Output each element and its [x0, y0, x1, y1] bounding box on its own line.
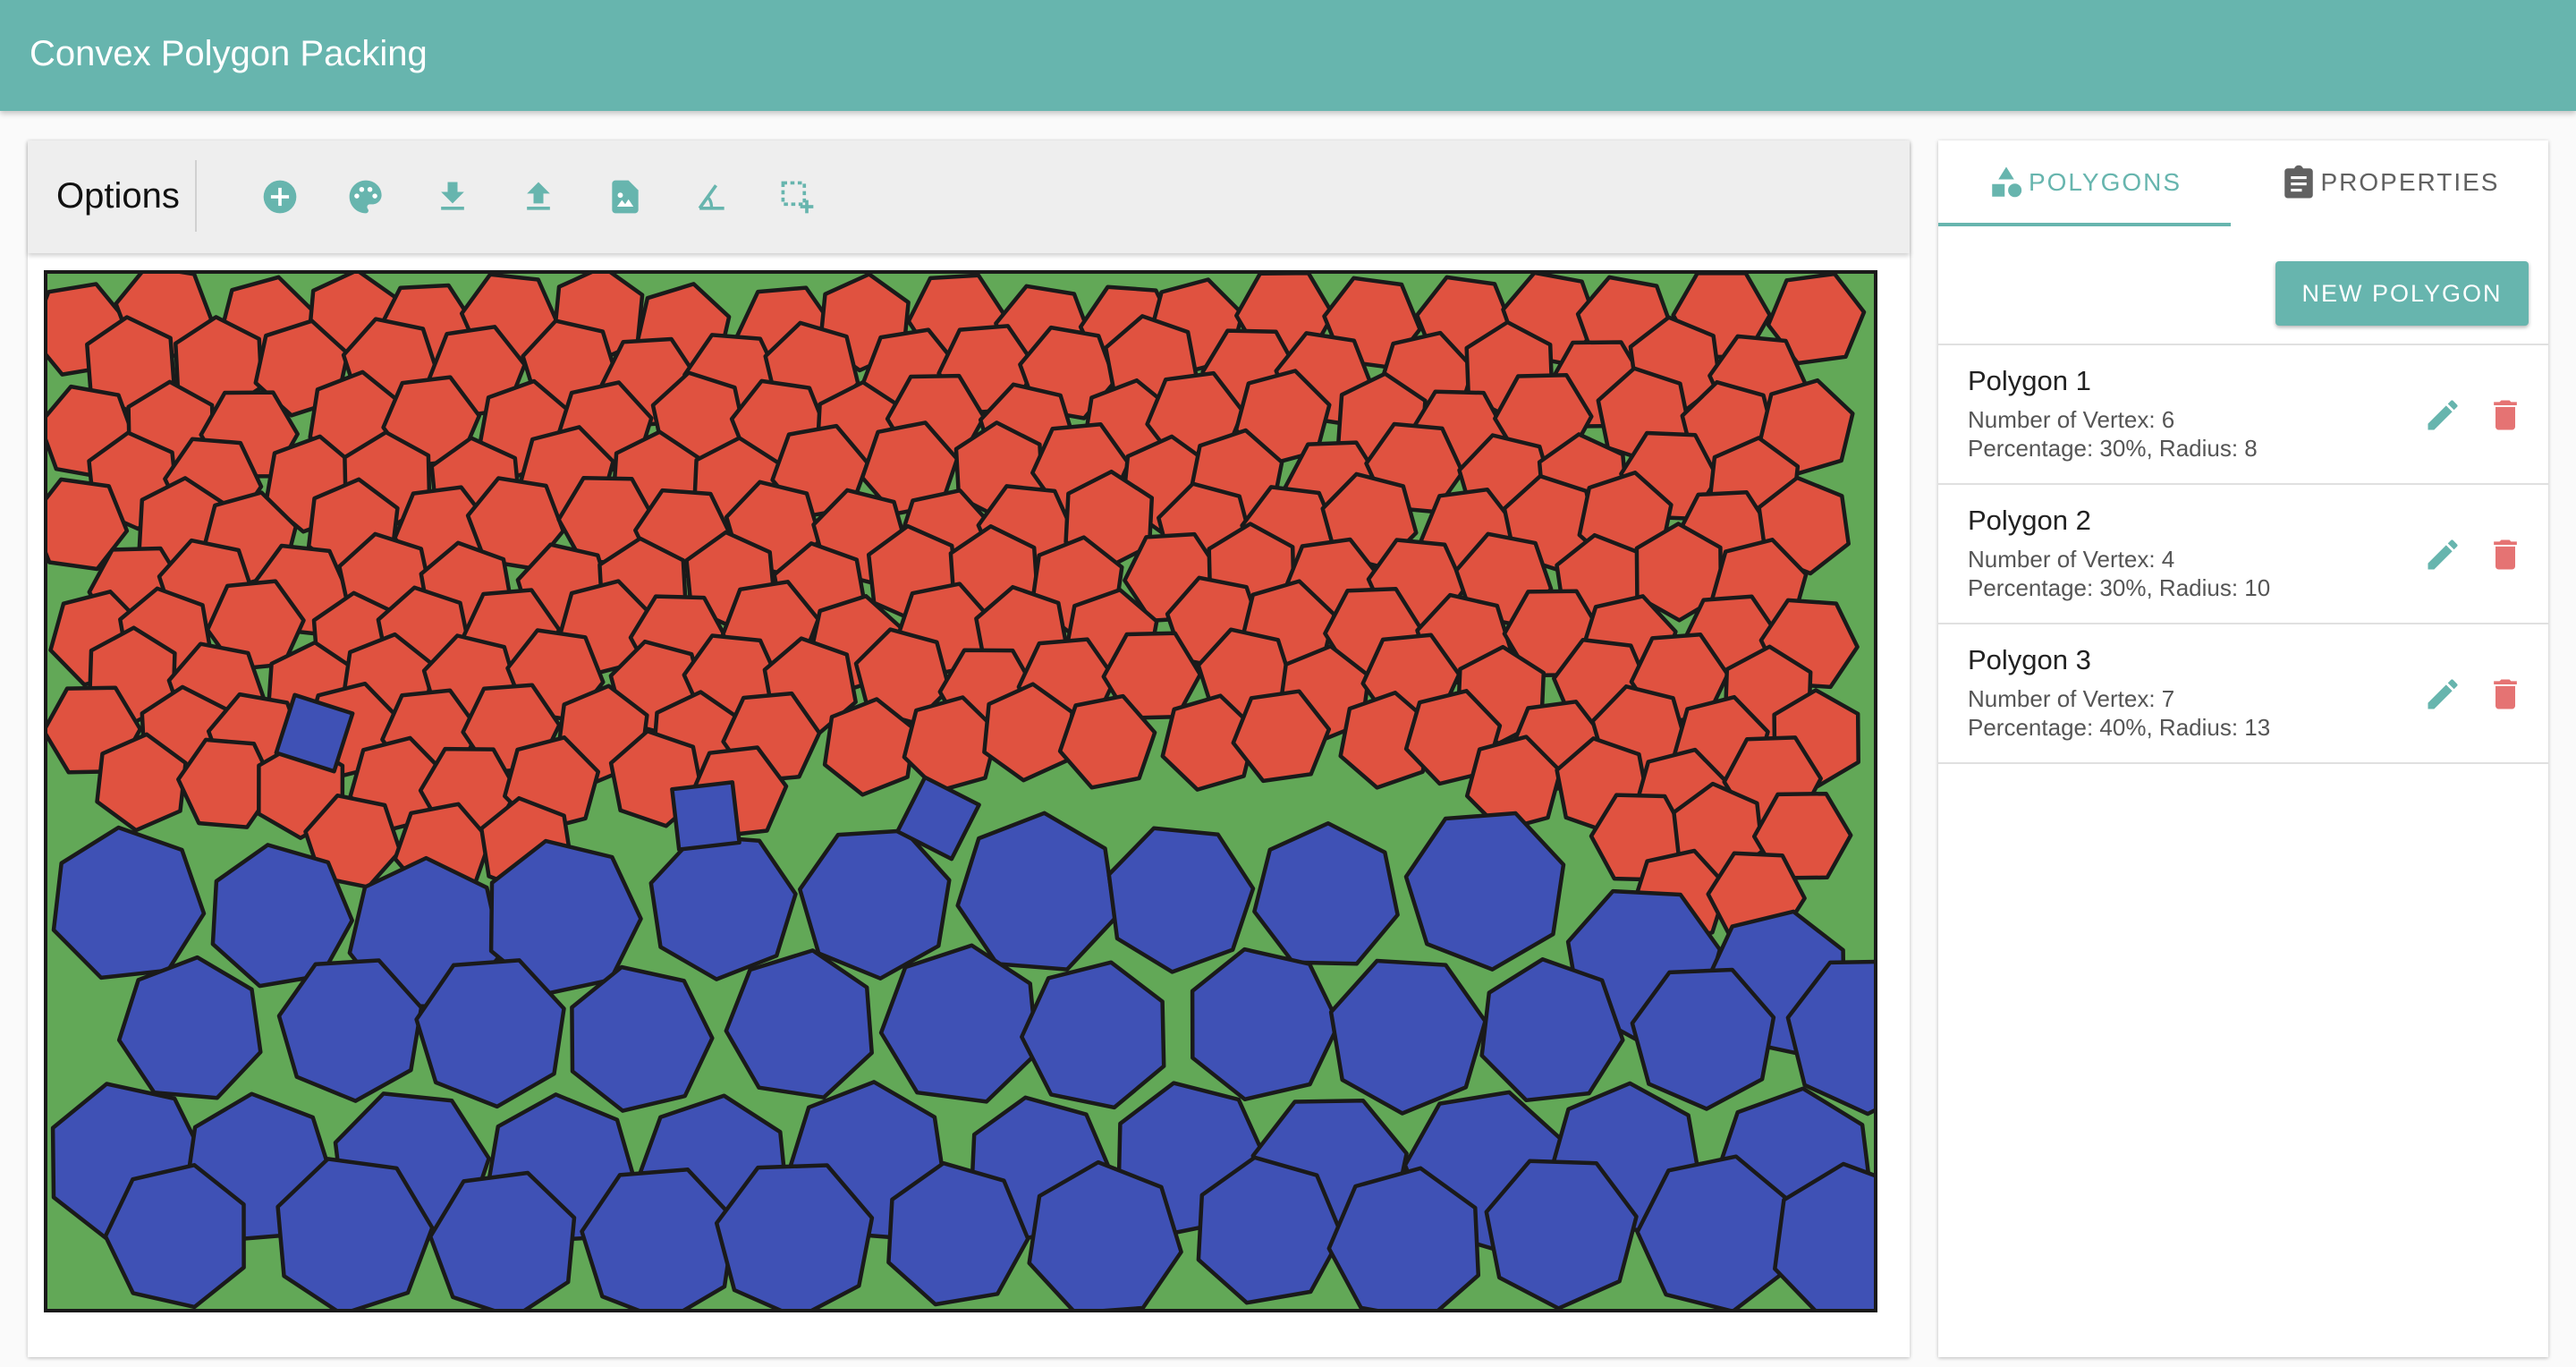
image-file-icon — [612, 180, 639, 214]
add-circle-icon — [263, 180, 297, 214]
tab-properties[interactable]: PROPERTIES — [2231, 140, 2548, 225]
polygon-name: Polygon 2 — [1968, 505, 2091, 536]
polygon-vertex-count: Number of Vertex: 4 — [1968, 546, 2175, 573]
delete-polygon-button[interactable] — [2484, 673, 2527, 716]
palette-icon — [349, 180, 382, 214]
options-toolbar: Options — [28, 140, 1910, 253]
polygon-name: Polygon 1 — [1968, 365, 2091, 396]
options-label: Options — [56, 176, 180, 216]
edit-polygon-button[interactable] — [2421, 533, 2464, 576]
app-title: Convex Polygon Packing — [30, 34, 428, 73]
delete-polygon-button[interactable] — [2484, 394, 2527, 437]
trash-icon — [2494, 400, 2517, 430]
delete-polygon-button[interactable] — [2484, 533, 2527, 576]
download-icon — [441, 182, 464, 210]
select-button[interactable] — [772, 172, 822, 222]
upload-button[interactable] — [513, 172, 564, 222]
angle-icon — [698, 184, 724, 210]
polygon-details: Percentage: 40%, Radius: 13 — [1968, 714, 2271, 741]
tab-polygons[interactable]: POLYGONS — [1938, 140, 2231, 225]
image-button[interactable] — [600, 172, 650, 222]
trash-icon — [2494, 539, 2517, 570]
polygon-list-item[interactable]: Polygon 2 Number of Vertex: 4 Percentage… — [1938, 485, 2548, 624]
polygon-list-item[interactable]: Polygon 1 Number of Vertex: 6 Percentage… — [1938, 345, 2548, 485]
edit-polygon-button[interactable] — [2421, 394, 2464, 437]
polygon-vertex-count: Number of Vertex: 7 — [1968, 685, 2175, 712]
polygon-list-item[interactable]: Polygon 3 Number of Vertex: 7 Percentage… — [1938, 624, 2548, 764]
tab-properties-label: PROPERTIES — [2320, 168, 2500, 196]
clipboard-icon — [2284, 165, 2313, 199]
toolbar-divider — [195, 160, 197, 232]
upload-icon — [527, 182, 550, 210]
edit-polygon-button[interactable] — [2421, 673, 2464, 716]
trash-icon — [2494, 679, 2517, 709]
polygon-panel: POLYGONS PROPERTIES NEW POLYGON Polygon … — [1938, 140, 2548, 1357]
download-button[interactable] — [428, 172, 478, 222]
select-add-icon — [781, 181, 814, 214]
pencil-icon — [2428, 400, 2458, 430]
square-piece — [670, 780, 741, 852]
packing-canvas[interactable] — [44, 270, 1877, 1312]
polygon-name: Polygon 3 — [1968, 644, 2091, 675]
pencil-icon — [2428, 539, 2458, 570]
add-button[interactable] — [255, 172, 305, 222]
angle-button[interactable] — [686, 172, 736, 222]
tab-indicator — [1938, 223, 2231, 226]
app-bar: Convex Polygon Packing — [0, 0, 2576, 111]
polygon-details: Percentage: 30%, Radius: 8 — [1968, 435, 2258, 462]
packing-drawing — [44, 270, 1877, 1312]
polygon-details: Percentage: 30%, Radius: 10 — [1968, 574, 2271, 601]
pencil-icon — [2428, 679, 2458, 709]
shapes-icon — [1992, 166, 2022, 198]
palette-button[interactable] — [341, 172, 391, 222]
canvas-panel: Options — [28, 140, 1910, 1357]
new-polygon-button[interactable]: NEW POLYGON — [2275, 261, 2529, 326]
tab-polygons-label: POLYGONS — [2028, 168, 2182, 196]
polygon-vertex-count: Number of Vertex: 6 — [1968, 406, 2175, 433]
